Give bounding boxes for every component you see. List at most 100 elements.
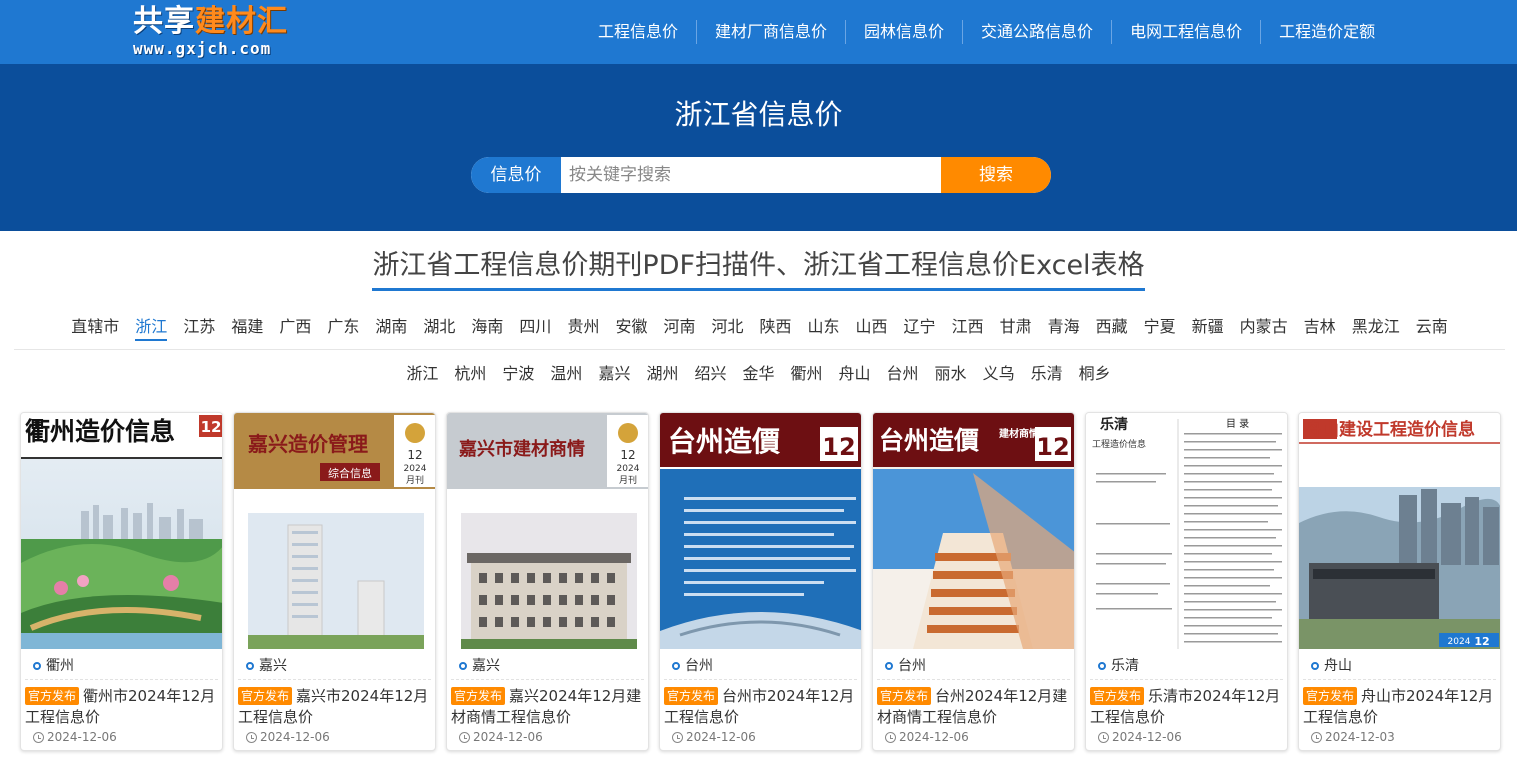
journal-card[interactable]: 嘉兴造价管理 综合信息 12 2024 月刊 嘉兴 官方发布 嘉兴市2024年12… bbox=[233, 412, 436, 751]
card-title[interactable]: 官方发布 乐清市2024年12月工程信息价 bbox=[1090, 686, 1283, 728]
nav-item-cost-quota[interactable]: 工程造价定额 bbox=[1261, 20, 1393, 44]
province-tab[interactable]: 内蒙古 bbox=[1232, 314, 1296, 342]
city-tab[interactable]: 绍兴 bbox=[686, 362, 734, 386]
journal-cover: 衢州造价信息 12 bbox=[21, 413, 222, 649]
province-tab[interactable]: 宁夏 bbox=[1136, 314, 1184, 342]
province-tab[interactable]: 青海 bbox=[1040, 314, 1088, 342]
card-date: 2024-12-06 bbox=[459, 729, 543, 745]
cover-year: 2024 bbox=[1448, 637, 1471, 647]
nav-item-engineering-price[interactable]: 工程信息价 bbox=[580, 20, 698, 44]
journal-card[interactable]: 嘉兴市建材商情 12 2024 月刊 嘉兴 官方发布 嘉兴2024年12月建材商情… bbox=[446, 412, 649, 751]
cover-subtitle: 综合信息 bbox=[328, 466, 372, 480]
nav-item-manufacturer-price[interactable]: 建材厂商信息价 bbox=[697, 20, 847, 44]
province-tab[interactable]: 直辖市 bbox=[63, 314, 127, 342]
province-tab[interactable]: 湖南 bbox=[367, 314, 415, 342]
nav-item-garden-price[interactable]: 园林信息价 bbox=[846, 20, 964, 44]
search-input[interactable] bbox=[561, 157, 941, 193]
province-tab-label: 广东 bbox=[327, 317, 360, 336]
card-city-tag[interactable]: 衢州 bbox=[33, 657, 74, 675]
city-tab[interactable]: 衢州 bbox=[783, 362, 831, 386]
city-tab[interactable]: 乐清 bbox=[1023, 362, 1071, 386]
province-tab[interactable]: 云南 bbox=[1408, 314, 1456, 342]
city-tab[interactable]: 嘉兴 bbox=[590, 362, 638, 386]
province-tab[interactable]: 黑龙江 bbox=[1344, 314, 1408, 342]
city-tab[interactable]: 宁波 bbox=[494, 362, 542, 386]
nav-item-grid-price[interactable]: 电网工程信息价 bbox=[1112, 20, 1262, 44]
card-title[interactable]: 官方发布 舟山市2024年12月工程信息价 bbox=[1303, 686, 1496, 728]
province-tab[interactable]: 江苏 bbox=[175, 314, 223, 342]
main-nav: 工程信息价 建材厂商信息价 园林信息价 交通公路信息价 电网工程信息价 工程造价… bbox=[580, 0, 1393, 64]
journal-cover: 台州造價 建材商情 12 bbox=[873, 413, 1074, 649]
official-badge: 官方发布 bbox=[664, 687, 719, 705]
province-tab[interactable]: 广东 bbox=[319, 314, 367, 342]
card-city-tag[interactable]: 台州 bbox=[672, 657, 713, 675]
province-tab[interactable]: 山东 bbox=[800, 314, 848, 342]
nav-item-road-price[interactable]: 交通公路信息价 bbox=[963, 20, 1113, 44]
city-tab[interactable]: 金华 bbox=[734, 362, 782, 386]
province-tab[interactable]: 河南 bbox=[655, 314, 703, 342]
province-tab[interactable]: 吉林 bbox=[1296, 314, 1344, 342]
journal-card[interactable]: 乐清 工程造价信息 目 录 乐清 官方发布 乐清市2024年12月工程信息价 2… bbox=[1085, 412, 1288, 751]
province-tab-label: 江苏 bbox=[183, 317, 216, 336]
site-logo[interactable]: 共享建材汇 www.gxjch.com bbox=[133, 4, 313, 60]
province-tab[interactable]: 贵州 bbox=[559, 314, 607, 342]
province-tabs: 直辖市 浙江 江苏 福建 广西 广东 湖南 湖北 海南 四川 贵州 安徽 河南 河北 陕西 山东 山西 辽宁 江西甘… bbox=[14, 314, 1505, 350]
province-tab[interactable]: 甘肃 bbox=[992, 314, 1040, 342]
province-tab[interactable]: 江西 bbox=[944, 314, 992, 342]
province-tab[interactable]: 广西 bbox=[271, 314, 319, 342]
city-tab[interactable]: 杭州 bbox=[446, 362, 494, 386]
province-tab[interactable]: 河北 bbox=[703, 314, 751, 342]
city-tab[interactable]: 浙江 bbox=[398, 362, 446, 386]
province-tab[interactable]: 新疆 bbox=[1184, 314, 1232, 342]
province-tab[interactable]: 四川 bbox=[511, 314, 559, 342]
province-tab-label: 青海 bbox=[1047, 317, 1080, 336]
logo-text-white: 共享 bbox=[133, 4, 195, 39]
city-tab[interactable]: 义乌 bbox=[975, 362, 1023, 386]
card-city-tag[interactable]: 舟山 bbox=[1311, 657, 1352, 675]
search-category-label[interactable]: 信息价 bbox=[471, 157, 561, 193]
journal-card[interactable]: 衢州造价信息 12 衢州 官方发布 衢州市2024年12月工程信息价 2024-… bbox=[20, 412, 223, 751]
province-tab[interactable]: 西藏 bbox=[1088, 314, 1136, 342]
card-title[interactable]: 官方发布 台州市2024年12月工程信息价 bbox=[664, 686, 857, 728]
section-heading: 浙江省工程信息价期刊PDF扫描件、浙江省工程信息价Excel表格 bbox=[0, 246, 1517, 291]
circle-dot-icon bbox=[459, 662, 467, 670]
province-tab-label: 宁夏 bbox=[1143, 317, 1176, 336]
journal-cover: 台州造價 12 bbox=[660, 413, 861, 649]
search-bar: 信息价 搜索 bbox=[471, 157, 1051, 193]
card-title[interactable]: 官方发布 衢州市2024年12月工程信息价 bbox=[25, 686, 218, 728]
province-tab[interactable]: 陕西 bbox=[752, 314, 800, 342]
journal-cover: 嘉兴造价管理 综合信息 12 2024 月刊 bbox=[234, 413, 435, 649]
city-tab[interactable]: 湖州 bbox=[638, 362, 686, 386]
card-city-tag[interactable]: 嘉兴 bbox=[459, 657, 500, 675]
city-tab[interactable]: 舟山 bbox=[831, 362, 879, 386]
province-tab-label: 山东 bbox=[807, 317, 840, 336]
city-tab[interactable]: 桐乡 bbox=[1071, 362, 1119, 386]
logo-url: www.gxjch.com bbox=[133, 39, 272, 58]
card-city-tag[interactable]: 嘉兴 bbox=[246, 657, 287, 675]
province-tab[interactable]: 福建 bbox=[223, 314, 271, 342]
province-tab[interactable]: 湖北 bbox=[415, 314, 463, 342]
journal-card[interactable]: 舟山建设工程造价信息 2024 12 舟山 官方发布 舟山市2024年12月工程信… bbox=[1298, 412, 1501, 751]
search-button[interactable]: 搜索 bbox=[941, 157, 1051, 193]
journal-card[interactable]: 台州造價 建材商情 12 台州 官方发布 台州2024年12月建材商情工程信息价 … bbox=[872, 412, 1075, 751]
card-title[interactable]: 官方发布 台州2024年12月建材商情工程信息价 bbox=[877, 686, 1070, 728]
card-title[interactable]: 官方发布 嘉兴市2024年12月工程信息价 bbox=[238, 686, 431, 728]
province-tab[interactable]: 安徽 bbox=[607, 314, 655, 342]
city-tab[interactable]: 温州 bbox=[542, 362, 590, 386]
city-tab[interactable]: 丽水 bbox=[927, 362, 975, 386]
city-tab[interactable]: 台州 bbox=[879, 362, 927, 386]
cover-issue: 12 bbox=[1474, 635, 1489, 648]
province-tab[interactable]: 辽宁 bbox=[896, 314, 944, 342]
province-tab[interactable]: 海南 bbox=[463, 314, 511, 342]
card-title[interactable]: 官方发布 嘉兴2024年12月建材商情工程信息价 bbox=[451, 686, 644, 728]
card-city-tag[interactable]: 乐清 bbox=[1098, 657, 1139, 675]
province-tab[interactable]: 浙江 bbox=[127, 314, 175, 342]
cover-title: 嘉兴造价管理 bbox=[247, 432, 368, 456]
cover-issue: 12 bbox=[407, 448, 422, 462]
cover-issue: 12 bbox=[1036, 433, 1069, 461]
province-tab[interactable]: 山西 bbox=[848, 314, 896, 342]
journal-card[interactable]: 台州造價 12 台州 官方发布 台州市2024年12月工程信息价 2024-12-… bbox=[659, 412, 862, 751]
cover-title: 台州造價 bbox=[668, 425, 781, 458]
card-divider bbox=[238, 679, 431, 680]
card-city-tag[interactable]: 台州 bbox=[885, 657, 926, 675]
